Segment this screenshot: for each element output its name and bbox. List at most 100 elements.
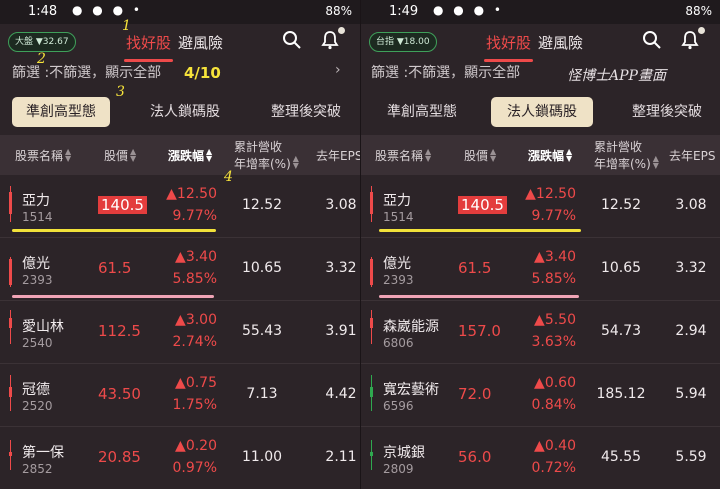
last-year-eps: 3.91 [325,323,357,339]
stock-name: 億光 [22,256,50,272]
table-row[interactable]: 京城銀 2809 56.0 ▲0.40 0.72% 45.55 5.59 [361,428,720,489]
col-eps[interactable]: 去年EPS [316,135,360,175]
price-change: ▲12.50 [525,186,576,202]
annotation-1: 1 [122,18,131,34]
stock-price: 56.0 [458,448,492,466]
table-row[interactable]: 億光 2393 61.5 ▲3.40 5.85% 10.65 3.32 [0,239,360,301]
col-revenue-yoy[interactable]: 累計營收 年增率(%) ▲ ▼ [234,135,299,175]
price-change: ▲0.60 [534,375,576,391]
status-bar: 1:48 ● ● ● • 88% [0,0,360,24]
revenue-yoy: 45.55 [600,449,642,465]
table-row[interactable]: 愛山林 2540 112.5 ▲3.00 2.74% 55.43 3.91 [0,302,360,364]
revenue-yoy: 11.00 [241,449,283,465]
tab-find-stocks[interactable]: 找好股 [484,32,534,62]
last-year-eps: 3.32 [675,260,707,276]
revenue-yoy: 12.52 [241,197,283,213]
price-change: ▲3.00 [175,312,217,328]
price-change-percent: 0.97% [172,460,217,476]
stock-price: 61.5 [98,259,132,277]
col-revenue-yoy[interactable]: 累計營收 年增率(%) ▲ ▼ [594,135,659,175]
table-header: 股票名稱 ▲ ▼ 股價 ▲ ▼ 漲跌幅 ▲ ▼ 累計營收 年增率(%) ▲ ▼ 去年EPS [361,135,720,175]
col-price[interactable]: 股價 ▲ ▼ [104,135,136,175]
right-screen: 1:49 ● ● ● • 88% 台指 ▼18.00 找好股 避風險 篩選 :不… [361,0,720,489]
stock-code: 1514 [383,210,414,224]
mini-candle-body [9,318,12,328]
annotation-4: 4 [224,169,233,185]
stock-name: 億光 [383,256,411,272]
chip-institutional[interactable]: 法人鎖碼股 [491,97,593,127]
status-time: 1:48 [28,4,58,19]
stock-code: 1514 [22,210,53,224]
filter-summary[interactable]: 篩選 :不篩選，顯示全部 [371,62,520,82]
price-change: ▲3.40 [534,249,576,265]
stock-name: 亞力 [22,193,50,209]
table-row[interactable]: 森崴能源 6806 157.0 ▲5.50 3.63% 54.73 2.94 [361,302,720,364]
price-change-percent: 5.85% [531,271,576,287]
stock-price: 61.5 [458,259,492,277]
search-icon[interactable] [642,30,664,52]
chip-breakout[interactable]: 整理後突破 [617,97,717,127]
price-change-percent: 0.72% [531,460,576,476]
price-change-percent: 9.77% [172,208,217,224]
stock-name: 第一保 [22,445,64,461]
highlight-underline-pink [12,295,214,298]
chip-near-high[interactable]: 準創高型態 [12,97,110,127]
last-year-eps: 5.94 [675,386,707,402]
chip-institutional[interactable]: 法人鎖碼股 [137,97,233,127]
tab-avoid-risk[interactable]: 避風險 [538,32,583,53]
stock-price: 112.5 [98,322,141,340]
stock-code: 2540 [22,336,53,350]
stock-code: 2852 [22,462,53,476]
annotation-3: 3 [116,84,125,100]
mini-candle-body [370,192,373,214]
col-change[interactable]: 漲跌幅 ▲ ▼ [528,135,572,175]
left-screen: 1:48 ● ● ● • 88% 大盤 ▼32.67 找好股 避風險 篩選 :不… [0,0,360,489]
mini-candle-body [9,192,12,214]
table-row[interactable]: 寬宏藝術 6596 72.0 ▲0.60 0.84% 185.12 5.94 [361,365,720,427]
search-icon[interactable] [282,30,304,52]
chevron-right-icon[interactable]: › [335,62,341,78]
market-index-badge[interactable]: 大盤 ▼32.67 [8,32,76,52]
col-stock-name[interactable]: 股票名稱 ▲ ▼ [375,135,431,175]
revenue-yoy: 10.65 [241,260,283,276]
col-eps[interactable]: 去年EPS [669,135,715,175]
last-year-eps: 5.59 [675,449,707,465]
filter-summary[interactable]: 篩選 :不篩選，顯示全部 [12,62,161,82]
chip-breakout[interactable]: 整理後突破 [258,97,354,127]
price-change-percent: 1.75% [172,397,217,413]
stock-name: 森崴能源 [383,319,439,335]
notification-icons: ● ● ● • [72,3,143,17]
col-stock-name[interactable]: 股票名稱 ▲ ▼ [15,135,71,175]
price-change-percent: 2.74% [172,334,217,350]
price-change: ▲0.40 [534,438,576,454]
mini-candle-body [9,387,12,397]
stock-price: 43.50 [98,385,141,403]
stock-code: 2809 [383,462,414,476]
chip-near-high[interactable]: 準創高型態 [373,97,471,127]
highlight-underline-yellow [12,229,216,232]
col-price[interactable]: 股價 ▲ ▼ [464,135,496,175]
stock-price: 72.0 [458,385,492,403]
table-row[interactable]: 第一保 2852 20.85 ▲0.20 0.97% 11.00 2.11 [0,428,360,489]
status-bar: 1:49 ● ● ● • 88% [361,0,720,24]
price-change: ▲0.20 [175,438,217,454]
price-change: ▲3.40 [175,249,217,265]
strategy-chips: 準創高型態 法人鎖碼股 整理後突破 [361,95,720,129]
battery-indicator: 88% [325,4,352,18]
stock-code: 2393 [22,273,53,287]
col-change[interactable]: 漲跌幅 ▲ ▼ [168,135,212,175]
price-change-percent: 9.77% [531,208,576,224]
tab-find-stocks[interactable]: 找好股 [124,32,174,62]
table-row[interactable]: 冠德 2520 43.50 ▲0.75 1.75% 7.13 4.42 [0,365,360,427]
market-index-badge[interactable]: 台指 ▼18.00 [369,32,437,52]
stock-name: 冠德 [22,382,50,398]
stock-code: 6596 [383,399,414,413]
last-year-eps: 2.94 [675,323,707,339]
tab-avoid-risk[interactable]: 避風險 [178,32,223,53]
mini-candle-body [370,318,373,328]
revenue-yoy: 185.12 [596,386,646,402]
table-row[interactable]: 億光 2393 61.5 ▲3.40 5.85% 10.65 3.32 [361,239,720,301]
stock-price: 140.5 [458,196,507,214]
price-change-percent: 5.85% [172,271,217,287]
stock-name: 愛山林 [22,319,64,335]
